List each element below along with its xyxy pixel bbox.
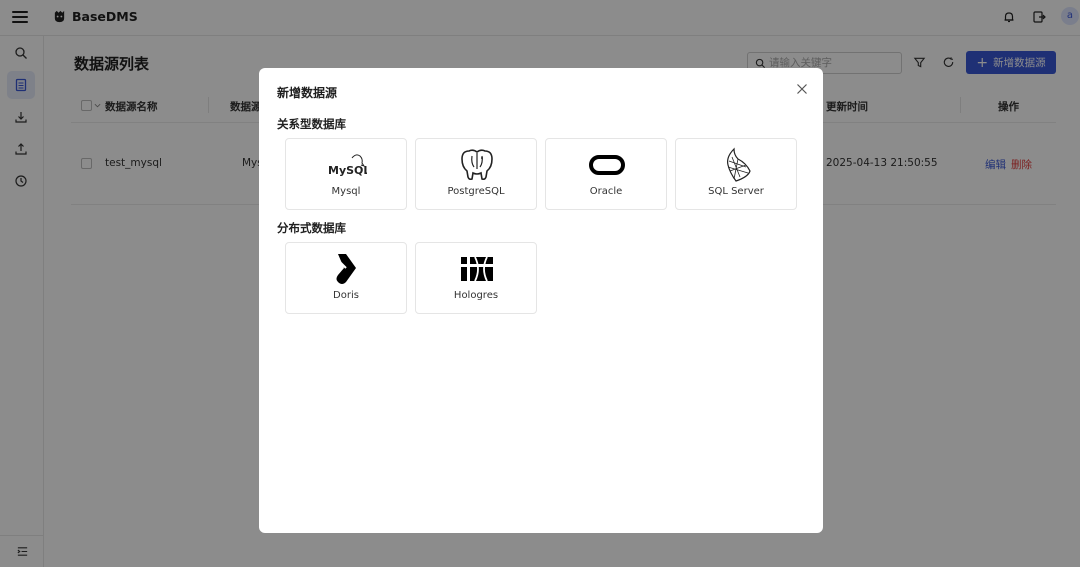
datasource-card-label: PostgreSQL (447, 186, 505, 197)
datasource-card-label: Oracle (589, 186, 623, 197)
mysql-logo-icon: MySQL (327, 147, 367, 183)
datasource-card-hologres[interactable]: Hologres (415, 242, 537, 314)
postgresql-elephant-icon (457, 147, 497, 183)
mysql-logo-text: MySQL (328, 164, 367, 177)
datasource-card-mysql[interactable]: MySQL Mysql (285, 138, 407, 210)
section-title-distributed: 分布式数据库 (277, 221, 346, 235)
datasource-card-doris[interactable]: Doris (285, 242, 407, 314)
datasource-card-label: SQL Server (708, 186, 764, 197)
datasource-card-label: Hologres (453, 290, 499, 301)
datasource-card-oracle[interactable]: Oracle (545, 138, 667, 210)
hologres-logo-icon (457, 251, 497, 287)
datasource-card-postgresql[interactable]: PostgreSQL (415, 138, 537, 210)
section-title-relational: 关系型数据库 (277, 117, 346, 131)
sqlserver-logo-icon (717, 147, 757, 183)
modal-title: 新增数据源 (277, 86, 338, 100)
add-datasource-modal: 新增数据源 关系型数据库 MySQL Mysql PostgreSQL Orac… (259, 68, 823, 533)
doris-logo-icon (327, 251, 367, 287)
datasource-card-sqlserver[interactable]: SQL Server (675, 138, 797, 210)
datasource-card-label: Mysql (331, 186, 361, 197)
datasource-card-label: Doris (333, 290, 359, 301)
close-icon[interactable] (795, 82, 809, 96)
oracle-logo-icon (587, 147, 627, 183)
